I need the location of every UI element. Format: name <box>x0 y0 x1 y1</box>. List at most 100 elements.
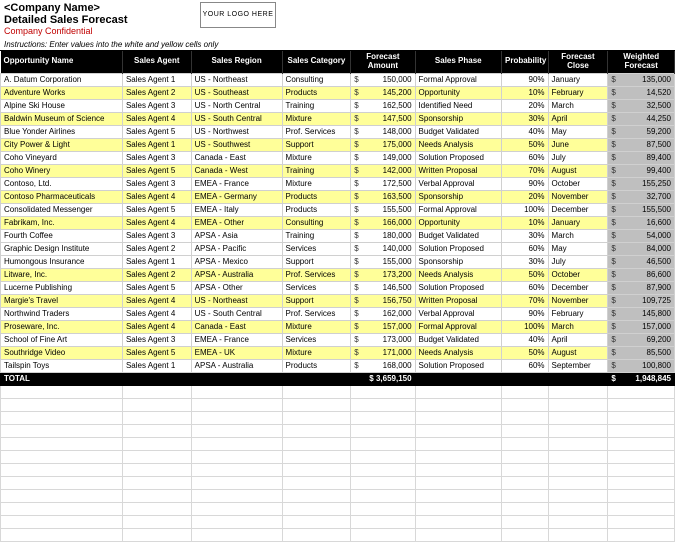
cell-weighted[interactable]: 59,200 <box>608 125 675 138</box>
cell-agent[interactable]: Sales Agent 4 <box>122 307 191 320</box>
cell-amount[interactable]: 140,000 <box>351 242 415 255</box>
cell-region[interactable]: APSA - Other <box>191 281 282 294</box>
cell-probability[interactable]: 60% <box>502 242 549 255</box>
cell-amount[interactable]: 168,000 <box>351 359 415 372</box>
cell-amount[interactable]: 163,500 <box>351 190 415 203</box>
cell-agent[interactable]: Sales Agent 4 <box>122 294 191 307</box>
cell-probability[interactable]: 10% <box>502 216 549 229</box>
cell-category[interactable]: Products <box>282 359 351 372</box>
cell-category[interactable]: Products <box>282 190 351 203</box>
cell-phase[interactable]: Sponsorship <box>415 255 501 268</box>
cell-opportunity[interactable]: A. Datum Corporation <box>1 73 123 86</box>
cell-agent[interactable]: Sales Agent 5 <box>122 125 191 138</box>
cell-probability[interactable]: 30% <box>502 229 549 242</box>
cell-weighted[interactable]: 69,200 <box>608 333 675 346</box>
cell-region[interactable]: APSA - Pacific <box>191 242 282 255</box>
cell-amount[interactable]: 166,000 <box>351 216 415 229</box>
cell-probability[interactable]: 60% <box>502 151 549 164</box>
cell-category[interactable]: Support <box>282 138 351 151</box>
cell-amount[interactable]: 173,000 <box>351 333 415 346</box>
cell-opportunity[interactable]: Lucerne Publishing <box>1 281 123 294</box>
cell-probability[interactable]: 20% <box>502 99 549 112</box>
cell-category[interactable]: Services <box>282 242 351 255</box>
cell-weighted[interactable]: 135,000 <box>608 73 675 86</box>
cell-close[interactable]: August <box>548 346 608 359</box>
cell-amount[interactable]: 155,500 <box>351 203 415 216</box>
cell-phase[interactable]: Sponsorship <box>415 190 501 203</box>
cell-close[interactable]: July <box>548 151 608 164</box>
cell-agent[interactable]: Sales Agent 3 <box>122 229 191 242</box>
col-opportunity[interactable]: Opportunity Name <box>1 51 123 73</box>
cell-close[interactable]: March <box>548 320 608 333</box>
cell-probability[interactable]: 50% <box>502 346 549 359</box>
cell-region[interactable]: APSA - Asia <box>191 229 282 242</box>
logo-placeholder[interactable]: YOUR LOGO HERE <box>200 2 276 28</box>
cell-phase[interactable]: Written Proposal <box>415 294 501 307</box>
cell-phase[interactable]: Verbal Approval <box>415 307 501 320</box>
cell-weighted[interactable]: 86,600 <box>608 268 675 281</box>
cell-agent[interactable]: Sales Agent 4 <box>122 320 191 333</box>
cell-opportunity[interactable]: Fabrikam, Inc. <box>1 216 123 229</box>
cell-close[interactable]: May <box>548 242 608 255</box>
cell-region[interactable]: APSA - Mexico <box>191 255 282 268</box>
col-weighted[interactable]: Weighted Forecast <box>608 51 675 73</box>
cell-region[interactable]: Canada - East <box>191 151 282 164</box>
cell-amount[interactable]: 142,000 <box>351 164 415 177</box>
cell-probability[interactable]: 90% <box>502 307 549 320</box>
cell-agent[interactable]: Sales Agent 3 <box>122 151 191 164</box>
cell-amount[interactable]: 148,000 <box>351 125 415 138</box>
cell-phase[interactable]: Written Proposal <box>415 164 501 177</box>
cell-close[interactable]: October <box>548 177 608 190</box>
col-probability[interactable]: Probability <box>502 51 549 73</box>
cell-region[interactable]: Canada - West <box>191 164 282 177</box>
col-region[interactable]: Sales Region <box>191 51 282 73</box>
cell-agent[interactable]: Sales Agent 3 <box>122 333 191 346</box>
cell-region[interactable]: EMEA - France <box>191 177 282 190</box>
cell-category[interactable]: Prof. Services <box>282 307 351 320</box>
cell-agent[interactable]: Sales Agent 5 <box>122 203 191 216</box>
cell-region[interactable]: EMEA - Other <box>191 216 282 229</box>
cell-close[interactable]: November <box>548 294 608 307</box>
cell-region[interactable]: US - South Central <box>191 112 282 125</box>
cell-phase[interactable]: Verbal Approval <box>415 177 501 190</box>
cell-close[interactable]: August <box>548 164 608 177</box>
cell-weighted[interactable]: 155,500 <box>608 203 675 216</box>
cell-region[interactable]: US - Northwest <box>191 125 282 138</box>
cell-region[interactable]: US - South Central <box>191 307 282 320</box>
cell-phase[interactable]: Budget Validated <box>415 125 501 138</box>
cell-opportunity[interactable]: Proseware, Inc. <box>1 320 123 333</box>
cell-opportunity[interactable]: Baldwin Museum of Science <box>1 112 123 125</box>
cell-agent[interactable]: Sales Agent 2 <box>122 86 191 99</box>
cell-category[interactable]: Mixture <box>282 320 351 333</box>
cell-amount[interactable]: 173,200 <box>351 268 415 281</box>
cell-region[interactable]: APSA - Australia <box>191 359 282 372</box>
cell-opportunity[interactable]: Litware, Inc. <box>1 268 123 281</box>
cell-weighted[interactable]: 14,520 <box>608 86 675 99</box>
cell-opportunity[interactable]: City Power & Light <box>1 138 123 151</box>
cell-probability[interactable]: 40% <box>502 125 549 138</box>
cell-weighted[interactable]: 89,400 <box>608 151 675 164</box>
cell-agent[interactable]: Sales Agent 1 <box>122 359 191 372</box>
cell-weighted[interactable]: 16,600 <box>608 216 675 229</box>
cell-category[interactable]: Support <box>282 255 351 268</box>
cell-weighted[interactable]: 46,500 <box>608 255 675 268</box>
cell-agent[interactable]: Sales Agent 3 <box>122 177 191 190</box>
cell-opportunity[interactable]: Humongous Insurance <box>1 255 123 268</box>
cell-opportunity[interactable]: Coho Vineyard <box>1 151 123 164</box>
cell-opportunity[interactable]: Graphic Design Institute <box>1 242 123 255</box>
cell-category[interactable]: Training <box>282 99 351 112</box>
cell-probability[interactable]: 100% <box>502 203 549 216</box>
cell-close[interactable]: April <box>548 333 608 346</box>
cell-opportunity[interactable]: Tailspin Toys <box>1 359 123 372</box>
cell-category[interactable]: Mixture <box>282 177 351 190</box>
cell-opportunity[interactable]: Consolidated Messenger <box>1 203 123 216</box>
cell-region[interactable]: APSA - Australia <box>191 268 282 281</box>
cell-agent[interactable]: Sales Agent 1 <box>122 255 191 268</box>
cell-category[interactable]: Prof. Services <box>282 125 351 138</box>
cell-probability[interactable]: 50% <box>502 138 549 151</box>
cell-phase[interactable]: Sponsorship <box>415 112 501 125</box>
col-amount[interactable]: Forecast Amount <box>351 51 415 73</box>
cell-category[interactable]: Prof. Services <box>282 268 351 281</box>
cell-region[interactable]: EMEA - UK <box>191 346 282 359</box>
cell-opportunity[interactable]: Fourth Coffee <box>1 229 123 242</box>
